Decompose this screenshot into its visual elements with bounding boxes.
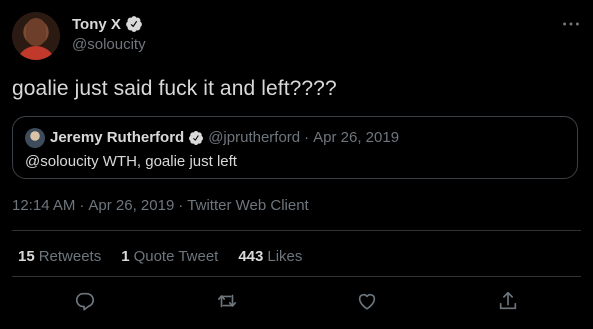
quoted-text: @soloucity WTH, goalie just left: [25, 153, 237, 170]
likes-stat[interactable]: 443 Likes: [238, 248, 302, 265]
author-display-name[interactable]: Tony X: [72, 16, 121, 33]
divider: [12, 230, 581, 231]
action-bar: [0, 290, 593, 316]
tweet-time[interactable]: 12:14 AM: [12, 197, 75, 214]
quoted-header: Jeremy Rutherford @jprutherford · Apr 26…: [50, 129, 399, 146]
likes-count: 443: [238, 248, 264, 265]
engagement-stats: 15 Retweets 1 Quote Tweet 443 Likes: [18, 248, 302, 265]
quoted-handle[interactable]: @jprutherford: [208, 129, 300, 146]
separator-dot: ·: [79, 197, 85, 214]
tweet-text: goalie just said fuck it and left????: [12, 77, 337, 100]
retweets-stat[interactable]: 15 Retweets: [18, 248, 101, 265]
verified-badge-icon: [125, 15, 143, 33]
author-avatar[interactable]: [12, 12, 60, 60]
quoted-date[interactable]: Apr 26, 2019: [313, 129, 399, 146]
tweet: Tony X @soloucity goalie just said fuck …: [0, 0, 593, 329]
like-icon[interactable]: [356, 290, 380, 314]
quote-tweets-label: Quote Tweet: [133, 248, 219, 265]
tweet-date[interactable]: Apr 26, 2019: [88, 197, 174, 214]
author-name-row[interactable]: Tony X: [72, 15, 143, 33]
reply-icon[interactable]: [74, 290, 98, 314]
likes-label: Likes: [267, 248, 303, 265]
quoted-author-avatar[interactable]: [25, 128, 45, 148]
separator-dot: ·: [178, 197, 184, 214]
author-handle[interactable]: @soloucity: [72, 36, 146, 53]
quote-tweets-stat[interactable]: 1 Quote Tweet: [121, 248, 218, 265]
separator-dot: ·: [304, 129, 310, 146]
quote-tweets-count: 1: [121, 248, 130, 265]
retweets-label: Retweets: [38, 248, 102, 265]
retweet-icon[interactable]: [216, 290, 240, 314]
tweet-source[interactable]: Twitter Web Client: [187, 197, 308, 214]
quoted-display-name[interactable]: Jeremy Rutherford: [50, 129, 184, 146]
tweet-meta: 12:14 AM · Apr 26, 2019 · Twitter Web Cl…: [12, 197, 309, 214]
share-icon[interactable]: [497, 290, 521, 314]
quoted-tweet[interactable]: Jeremy Rutherford @jprutherford · Apr 26…: [12, 116, 578, 179]
divider: [12, 276, 581, 277]
more-options-icon[interactable]: [560, 13, 582, 35]
retweets-count: 15: [18, 248, 35, 265]
verified-badge-icon: [188, 130, 204, 146]
